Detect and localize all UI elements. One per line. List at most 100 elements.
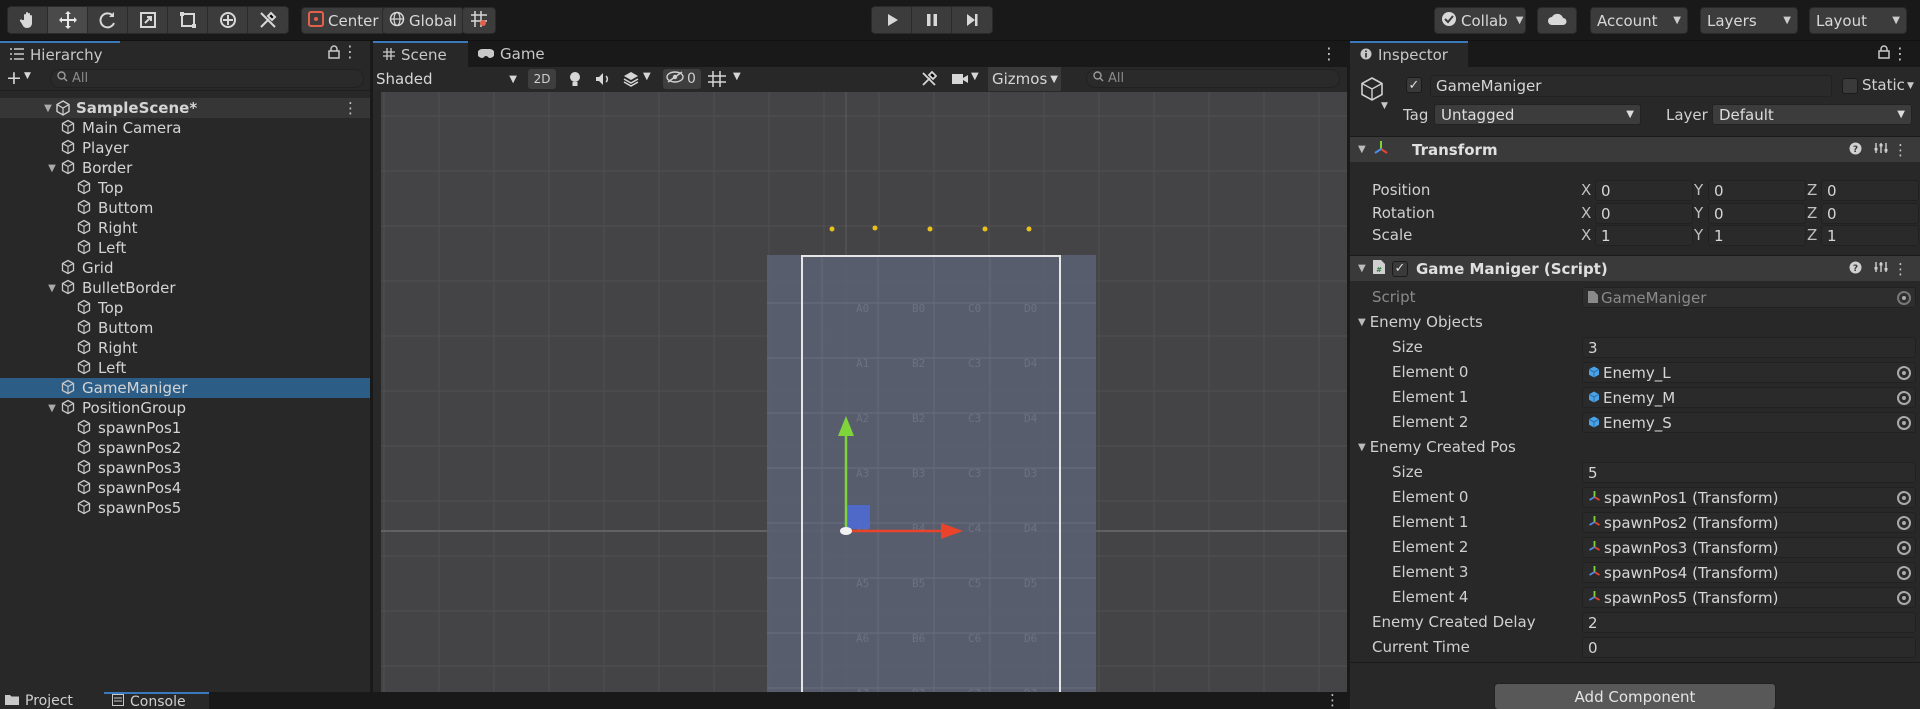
scale-y-axis-label[interactable]: Y <box>1694 226 1703 244</box>
tab-inspector[interactable]: Inspector <box>1350 41 1468 67</box>
more-options-icon[interactable]: ⋮ <box>342 44 358 60</box>
tab-game[interactable]: Game <box>468 41 555 67</box>
component-menu-icon[interactable]: ⋮ <box>1893 260 1908 278</box>
play-icon[interactable] <box>872 7 912 33</box>
enemy-created-pos-object-field[interactable]: spawnPos1 (Transform) <box>1582 487 1916 508</box>
scene-root-row[interactable]: ▼ SampleScene* ⋮ <box>0 98 370 118</box>
scene-viewport[interactable]: A0B0C0D0A1B2C3D4A2B2C3D4A3B3C3D3A4B4C4D4… <box>381 92 1347 696</box>
add-icon[interactable]: + <box>6 68 22 88</box>
tools-icon[interactable] <box>921 70 938 91</box>
move-tool-icon[interactable] <box>48 7 88 33</box>
rotation-x-axis-label[interactable]: X <box>1581 204 1591 222</box>
lock-icon[interactable] <box>328 45 340 63</box>
expand-arrow-icon[interactable]: ▼ <box>46 283 58 294</box>
scale-tool-icon[interactable] <box>128 7 168 33</box>
hierarchy-item[interactable]: Right <box>0 338 370 358</box>
tag-dropdown[interactable]: Untagged ▼ <box>1434 104 1641 125</box>
rotation-x-input[interactable]: 0 <box>1595 203 1693 224</box>
spawn-point-marker[interactable] <box>829 226 835 232</box>
tab-console[interactable]: Console <box>104 692 209 709</box>
spawn-point-marker[interactable] <box>982 226 988 232</box>
enemy-object-object-field[interactable]: Enemy_L <box>1582 362 1916 383</box>
camera-caret-icon[interactable]: ▼ <box>971 71 979 82</box>
scale-z-axis-label[interactable]: Z <box>1807 226 1817 244</box>
gizmos-dropdown[interactable]: Gizmos ▼ <box>988 67 1061 91</box>
cloud-button[interactable] <box>1537 7 1577 34</box>
hierarchy-item[interactable]: Left <box>0 358 370 378</box>
position-y-axis-label[interactable]: Y <box>1694 181 1703 199</box>
spawn-point-marker[interactable] <box>1026 226 1032 232</box>
rect-tool-icon[interactable] <box>168 7 208 33</box>
hierarchy-item[interactable]: spawnPos2 <box>0 438 370 458</box>
help-icon[interactable]: ? <box>1849 141 1862 159</box>
object-picker-icon[interactable] <box>1897 416 1911 430</box>
object-picker-icon[interactable] <box>1897 391 1911 405</box>
foldout-arrow-icon[interactable]: ▼ <box>1358 317 1366 328</box>
scene-options-icon[interactable]: ⋮ <box>343 99 358 117</box>
preset-icon[interactable] <box>1874 260 1888 278</box>
active-checkbox[interactable]: ✓ <box>1406 77 1422 93</box>
collab-dropdown[interactable]: Collab ▼ <box>1434 7 1526 34</box>
object-picker-icon[interactable] <box>1897 491 1911 505</box>
scale-y-input[interactable]: 1 <box>1708 225 1806 246</box>
camera-icon[interactable] <box>951 72 969 90</box>
transform-tool-icon[interactable] <box>208 7 248 33</box>
hierarchy-item[interactable]: Right <box>0 218 370 238</box>
enemy-created-pos-object-field[interactable]: spawnPos4 (Transform) <box>1582 562 1916 583</box>
enemy-created-pos-object-field[interactable]: spawnPos5 (Transform) <box>1582 587 1916 608</box>
hierarchy-item[interactable]: Grid <box>0 258 370 278</box>
hierarchy-item[interactable]: GameManiger <box>0 378 370 398</box>
pivot-mode-toggle[interactable]: Center <box>301 7 386 34</box>
current-time-input[interactable]: 0 <box>1582 637 1916 658</box>
hierarchy-item[interactable]: ▼ BulletBorder <box>0 278 370 298</box>
object-picker-icon[interactable] <box>1897 566 1911 580</box>
scale-x-axis-label[interactable]: X <box>1581 226 1591 244</box>
enemy-created-pos-object-field[interactable]: spawnPos2 (Transform) <box>1582 512 1916 533</box>
pause-icon[interactable] <box>912 7 952 33</box>
hierarchy-item[interactable]: ▼ Border <box>0 158 370 178</box>
hierarchy-item[interactable]: Buttom <box>0 198 370 218</box>
shading-mode-dropdown[interactable]: Shaded ▼ <box>376 67 523 91</box>
object-picker-icon[interactable] <box>1897 541 1911 555</box>
enemy-objects-size-input[interactable]: 3 <box>1582 337 1916 358</box>
hierarchy-item[interactable]: spawnPos4 <box>0 478 370 498</box>
position-z-axis-label[interactable]: Z <box>1807 181 1817 199</box>
scene-search-input[interactable]: All <box>1086 69 1340 88</box>
collapse-arrow-icon[interactable]: ▼ <box>1358 263 1372 274</box>
hierarchy-item[interactable]: spawnPos1 <box>0 418 370 438</box>
component-menu-icon[interactable]: ⋮ <box>1893 141 1908 159</box>
tab-hierarchy[interactable]: Hierarchy <box>0 41 120 67</box>
help-icon[interactable]: ? <box>1849 260 1862 278</box>
step-icon[interactable] <box>952 7 992 33</box>
scale-x-input[interactable]: 1 <box>1595 225 1693 246</box>
rotation-z-axis-label[interactable]: Z <box>1807 204 1817 222</box>
icon-caret-icon[interactable]: ▼ <box>1381 101 1388 111</box>
hidden-objects-toggle[interactable]: 0 <box>663 69 701 89</box>
tab-project[interactable]: Project <box>0 692 104 709</box>
object-picker-icon[interactable] <box>1897 591 1911 605</box>
layer-dropdown[interactable]: Default ▼ <box>1712 104 1912 125</box>
tab-scene[interactable]: Scene <box>373 41 468 67</box>
hierarchy-item[interactable]: Left <box>0 238 370 258</box>
object-picker-icon[interactable] <box>1897 366 1911 380</box>
enemy-created-delay-input[interactable]: 2 <box>1582 612 1916 633</box>
script-component-header[interactable]: ▼ # ✓ Game Maniger (Script) ? ⋮ <box>1350 255 1920 281</box>
mode-2d-toggle[interactable]: 2D <box>528 69 556 89</box>
hierarchy-search-input[interactable]: All <box>50 69 364 88</box>
lock-icon[interactable] <box>1878 45 1890 63</box>
hand-tool-icon[interactable] <box>8 7 48 33</box>
hierarchy-item[interactable]: ▼ PositionGroup <box>0 398 370 418</box>
grid-caret-icon[interactable]: ▼ <box>733 71 741 82</box>
scale-z-input[interactable]: 1 <box>1821 225 1919 246</box>
object-name-input[interactable]: GameManiger <box>1430 75 1832 97</box>
enemy-object-object-field[interactable]: Enemy_S <box>1582 412 1916 433</box>
hierarchy-item[interactable]: Player <box>0 138 370 158</box>
position-x-input[interactable]: 0 <box>1595 180 1693 201</box>
hierarchy-item[interactable]: spawnPos5 <box>0 498 370 518</box>
position-x-axis-label[interactable]: X <box>1581 181 1591 199</box>
hierarchy-item[interactable]: Top <box>0 178 370 198</box>
enemy-created-pos-size-input[interactable]: 5 <box>1582 462 1916 483</box>
expand-arrow-icon[interactable]: ▼ <box>42 103 54 114</box>
add-component-button[interactable]: Add Component <box>1494 683 1776 709</box>
enemy-created-pos-object-field[interactable]: spawnPos3 (Transform) <box>1582 537 1916 558</box>
